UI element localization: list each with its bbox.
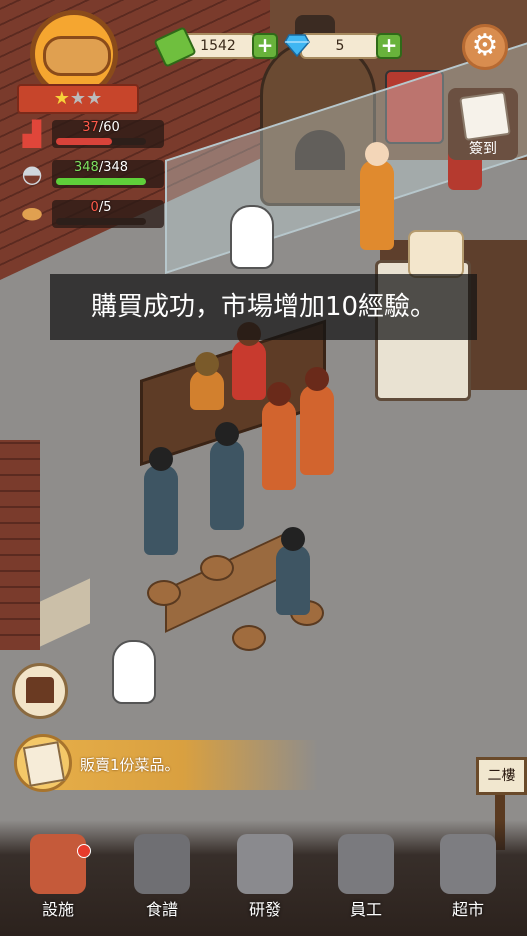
star-rating: ★★★	[43, 86, 113, 112]
seats-bar-fill	[56, 138, 112, 145]
seated-customer-character[interactable]	[276, 527, 310, 615]
tutorial-pointer-hand-icon	[230, 205, 274, 269]
seats-value: 37/60	[82, 120, 120, 135]
nav-facilities-label: 設施	[41, 900, 74, 919]
bread-stat[interactable]: ⬬ 0/5	[14, 200, 164, 228]
quest-note-icon	[22, 741, 66, 787]
chef-character[interactable]	[360, 142, 394, 250]
staff-icon	[338, 834, 394, 894]
bread-icon	[43, 36, 111, 76]
notification-dot	[77, 844, 91, 858]
settings-gear-icon[interactable]: ⚙	[462, 24, 508, 70]
diamond-icon	[284, 34, 310, 58]
nav-market[interactable]: 超市	[418, 826, 518, 936]
customer-character[interactable]	[300, 367, 334, 475]
cashier-character[interactable]	[232, 322, 266, 400]
star-empty-icon: ★	[69, 88, 87, 109]
nav-recipes-label: 食譜	[145, 900, 178, 919]
mixing-bowl-icon	[237, 834, 293, 894]
nav-research[interactable]: 研發	[215, 826, 315, 936]
toast-message: 購買成功，市場增加10經驗。	[90, 292, 437, 322]
calendar-icon	[459, 91, 511, 141]
nav-staff-label: 員工	[349, 900, 382, 919]
seats-stat[interactable]: ▟ 37/60	[14, 120, 164, 148]
tutorial-pointer-hand-icon	[112, 640, 156, 704]
service-bar-fill	[56, 178, 146, 185]
nav-facilities[interactable]: 設施	[8, 826, 108, 936]
add-gems-button[interactable]: +	[376, 33, 402, 59]
bread-bar	[56, 218, 146, 225]
market-icon	[440, 834, 496, 894]
recipe-book-icon	[134, 834, 190, 894]
gem-display: 5	[300, 33, 380, 59]
storefront-icon	[26, 677, 54, 703]
service-value: 348/348	[73, 160, 129, 175]
customer-character[interactable]	[262, 382, 296, 490]
add-cash-button[interactable]: +	[252, 33, 278, 59]
armchair-icon: ▟	[22, 120, 42, 148]
stool[interactable]	[232, 625, 266, 651]
nav-market-label: 超市	[451, 900, 484, 919]
house-icon	[30, 834, 86, 894]
stool[interactable]	[200, 555, 234, 581]
signin-label: 簽到	[469, 141, 497, 157]
cloche-icon: ◓	[21, 160, 43, 188]
service-bar	[56, 178, 146, 185]
second-floor-sign[interactable]: 二樓	[476, 757, 527, 795]
nav-recipes[interactable]: 食譜	[112, 826, 212, 936]
staff-character[interactable]	[190, 352, 224, 410]
seats-bar	[56, 138, 146, 145]
menu-book-icon[interactable]	[408, 230, 464, 278]
customer-character[interactable]	[210, 422, 244, 530]
nav-staff[interactable]: 員工	[316, 826, 416, 936]
bread-icon: ⬬	[21, 200, 43, 228]
service-stat[interactable]: ◓ 348/348	[14, 160, 164, 188]
bread-value: 0/5	[90, 200, 112, 215]
stool[interactable]	[147, 580, 181, 606]
star-filled-icon: ★	[53, 88, 70, 109]
star-empty-icon: ★	[86, 88, 103, 109]
customer-character[interactable]	[144, 447, 178, 555]
star-ribbon: ★★★	[17, 84, 139, 114]
side-brick-wall	[0, 440, 40, 650]
nav-research-label: 研發	[248, 900, 281, 919]
quest-text: 販賣1份菜品。	[80, 756, 180, 774]
